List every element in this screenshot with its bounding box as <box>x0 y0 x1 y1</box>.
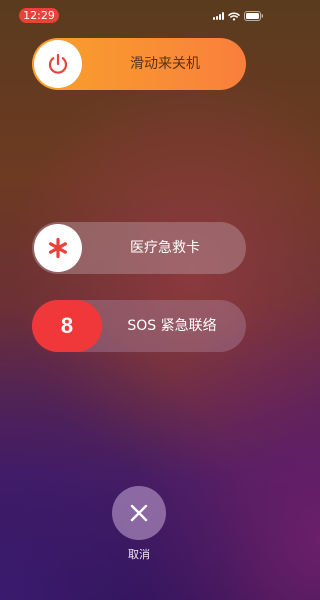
medical-id-knob[interactable] <box>34 224 82 272</box>
battery-icon <box>244 11 264 21</box>
status-bar: 12:29 <box>0 8 278 26</box>
cancel-button[interactable] <box>112 486 166 540</box>
medical-id-slider[interactable]: 医疗急救卡 <box>32 222 246 274</box>
cellular-signal-icon <box>213 12 224 20</box>
cancel-label: 取消 <box>128 548 150 561</box>
emergency-sos-slider[interactable]: 8 SOS 紧急联络 <box>32 300 246 352</box>
status-icons <box>213 11 264 21</box>
wifi-icon <box>228 12 240 21</box>
asterisk-icon <box>48 237 67 259</box>
emergency-sos-knob[interactable]: 8 <box>32 300 102 352</box>
power-off-label: 滑动来关机 <box>130 56 200 72</box>
emergency-sos-label: SOS 紧急联络 <box>127 318 217 334</box>
power-icon <box>48 53 68 74</box>
power-off-slider[interactable]: 滑动来关机 <box>32 38 246 90</box>
power-off-knob[interactable] <box>34 40 82 88</box>
medical-id-label: 医疗急救卡 <box>130 240 200 256</box>
close-icon <box>130 504 148 522</box>
status-time: 12:29 <box>19 8 59 23</box>
